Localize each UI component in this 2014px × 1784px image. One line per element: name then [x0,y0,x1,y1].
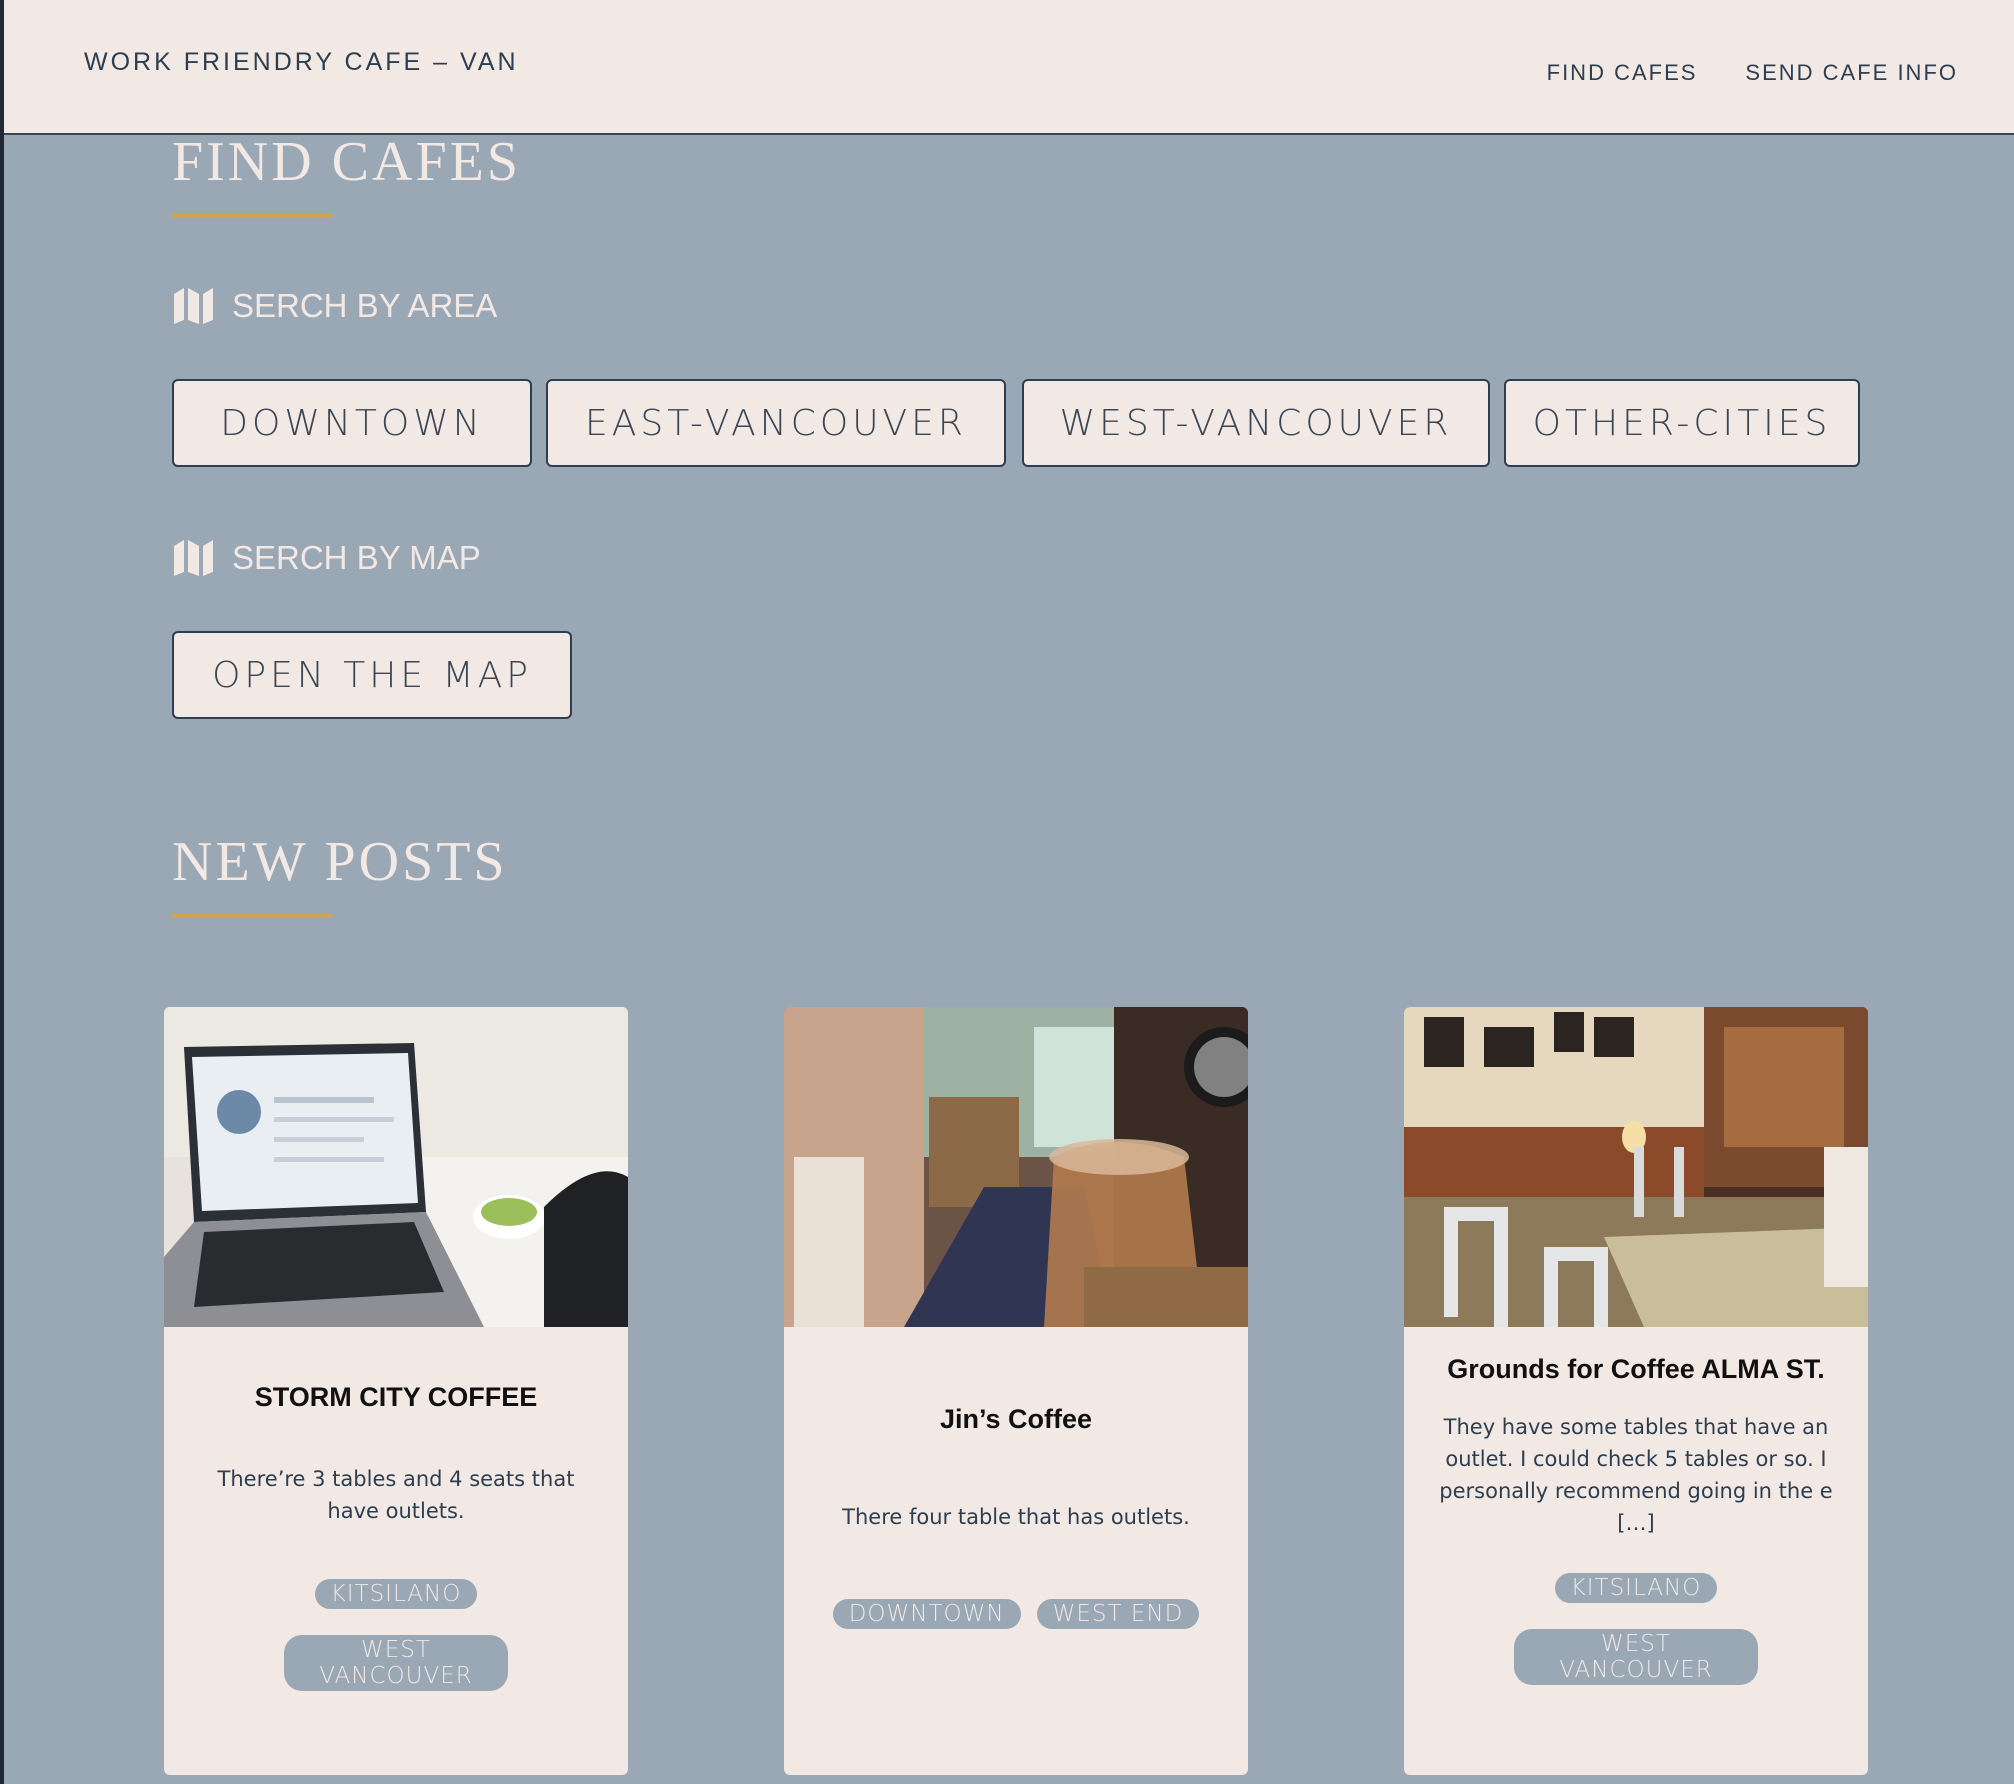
tag-kitsilano[interactable]: KITSILANO [314,1579,478,1609]
post-excerpt: There’re 3 tables and 4 seats that have … [217,1467,575,1523]
find-cafes-title: FIND CAFES [172,131,521,193]
area-button-downtown[interactable]: DOWNTOWN [172,379,532,467]
tag-kitsilano[interactable]: KITSILANO [1554,1573,1718,1603]
post-title[interactable]: Jin’s Coffee [814,1399,1218,1439]
post-title[interactable]: STORM CITY COFFEE [194,1377,598,1417]
post-tags: KITSILANO WEST VANCOUVER [194,1579,598,1691]
post-tags: KITSILANO WEST VANCOUVER [1434,1573,1838,1685]
post-image-cafe-interior[interactable] [784,1007,1248,1327]
area-button-other-cities[interactable]: OTHER-CITIES [1504,379,1860,467]
new-posts-underline [172,914,332,918]
main-nav: FIND CAFES SEND CAFE INFO [1547,60,1958,86]
post-image-cafe-tables[interactable] [1404,1007,1868,1327]
post-title[interactable]: Grounds for Coffee ALMA ST. [1434,1349,1838,1389]
tag-downtown[interactable]: DOWNTOWN [832,1599,1021,1629]
map-icon [174,288,213,324]
post-card-jins-coffee[interactable]: Jin’s Coffee There four table that has o… [784,1007,1248,1775]
site-header: WORK FRIENDRY CAFE – VAN FIND CAFES SEND… [4,0,2014,135]
post-card-storm-city-coffee[interactable]: STORM CITY COFFEE There’re 3 tables and … [164,1007,628,1775]
open-map-button[interactable]: OPEN THE MAP [172,631,572,719]
search-by-area-heading: SERCH BY AREA [172,286,497,326]
window-left-border [0,0,4,1784]
site-title[interactable]: WORK FRIENDRY CAFE – VAN [84,48,519,77]
search-by-area-label: SERCH BY AREA [232,287,498,324]
post-excerpt: They have some tables that have an outle… [1439,1415,1833,1535]
nav-send-cafe-info[interactable]: SEND CAFE INFO [1745,60,1958,86]
search-by-map-label: SERCH BY MAP [232,539,481,576]
post-tags: DOWNTOWN WEST END [814,1599,1218,1629]
nav-find-cafes[interactable]: FIND CAFES [1547,60,1698,86]
area-button-east-vancouver[interactable]: EAST-VANCOUVER [546,379,1006,467]
post-card-grounds-for-coffee[interactable]: Grounds for Coffee ALMA ST. They have so… [1404,1007,1868,1775]
search-by-map-heading: SERCH BY MAP [172,538,481,578]
tag-west-vancouver[interactable]: WEST VANCOUVER [1514,1629,1758,1685]
area-button-west-vancouver[interactable]: WEST-VANCOUVER [1022,379,1490,467]
tag-west-vancouver[interactable]: WEST VANCOUVER [284,1635,508,1691]
tag-west-end[interactable]: WEST END [1036,1599,1200,1629]
post-image-laptop[interactable] [164,1007,628,1327]
map-icon [174,540,213,576]
find-cafes-underline [172,214,332,218]
new-posts-title: NEW POSTS [172,831,508,893]
post-excerpt: There four table that has outlets. [842,1505,1190,1529]
